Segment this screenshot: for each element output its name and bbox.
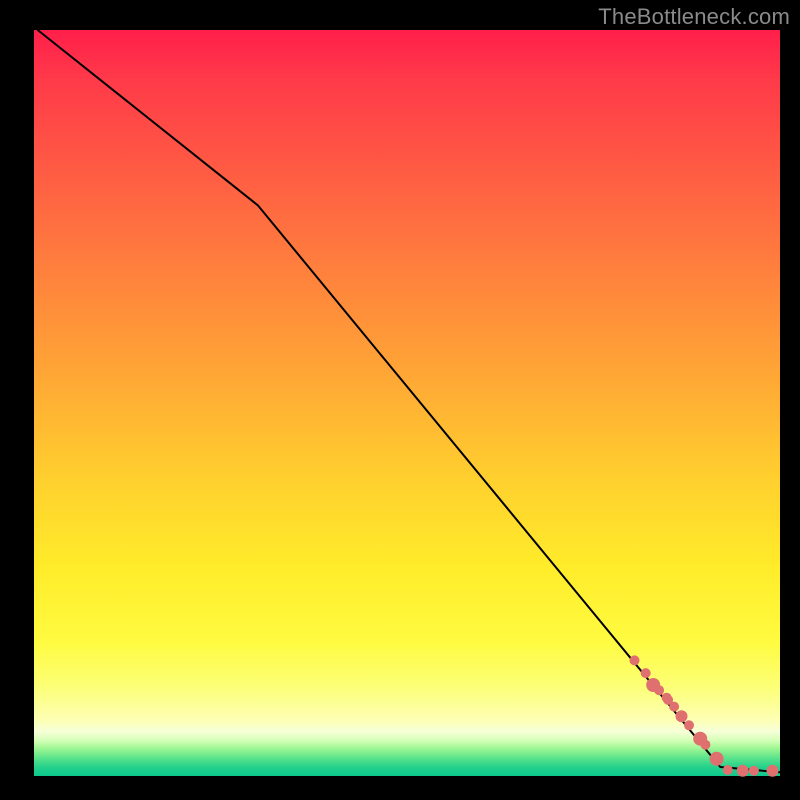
chart-point bbox=[749, 766, 759, 776]
chart-point bbox=[737, 765, 749, 777]
attribution-label: TheBottleneck.com bbox=[598, 4, 790, 30]
chart-point bbox=[710, 752, 724, 766]
chart-point bbox=[669, 702, 679, 712]
chart-point bbox=[723, 765, 733, 775]
chart-overlay-svg bbox=[0, 0, 800, 800]
chart-point bbox=[676, 710, 688, 722]
chart-point bbox=[684, 720, 694, 730]
chart-point bbox=[700, 740, 710, 750]
chart-point bbox=[654, 685, 664, 695]
chart-points-group bbox=[630, 655, 779, 776]
chart-curve bbox=[38, 30, 780, 772]
chart-point bbox=[641, 668, 651, 678]
chart-point bbox=[767, 765, 779, 777]
chart-stage: TheBottleneck.com bbox=[0, 0, 800, 800]
chart-point bbox=[630, 655, 640, 665]
